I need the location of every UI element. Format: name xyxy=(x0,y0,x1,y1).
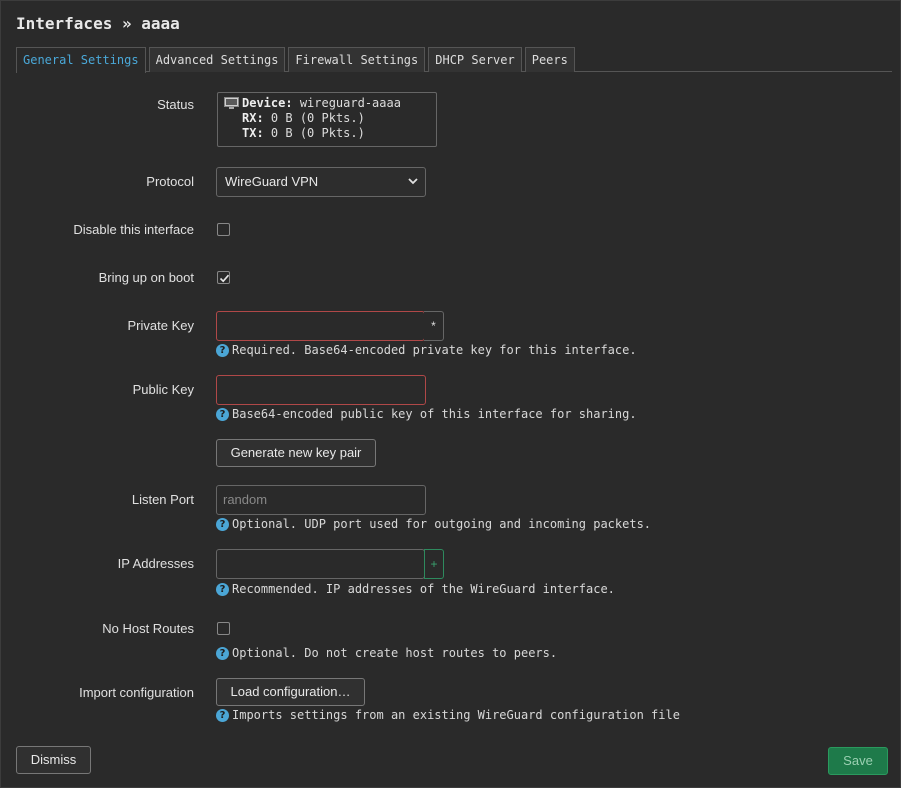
tab-dhcp-server[interactable]: DHCP Server xyxy=(428,47,522,72)
import-configuration-hint-text: Imports settings from an existing WireGu… xyxy=(232,708,680,722)
public-key-input[interactable] xyxy=(216,375,426,405)
status-rx-key: RX: xyxy=(242,111,264,125)
protocol-select[interactable]: WireGuard VPN xyxy=(216,167,426,197)
ip-addresses-label: IP Addresses xyxy=(117,556,194,571)
status-tx-key: TX: xyxy=(242,126,264,140)
save-button[interactable]: Save xyxy=(828,747,888,775)
tab-firewall-settings[interactable]: Firewall Settings xyxy=(288,47,426,72)
private-key-reveal-button[interactable]: * xyxy=(424,311,444,341)
listen-port-hint-text: Optional. UDP port used for outgoing and… xyxy=(232,517,652,531)
private-key-hint: ? Required. Base64-encoded private key f… xyxy=(216,343,637,357)
tab-peers[interactable]: Peers xyxy=(524,47,575,72)
private-key-label: Private Key xyxy=(127,318,194,333)
import-configuration-hint: ? Imports settings from an existing Wire… xyxy=(216,708,680,722)
add-ip-address-button[interactable]: + xyxy=(424,549,444,579)
import-configuration-label: Import configuration xyxy=(79,685,194,700)
status-device-value: wireguard-aaaa xyxy=(299,96,401,110)
bring-up-on-boot-label: Bring up on boot xyxy=(98,270,194,285)
ip-addresses-hint-text: Recommended. IP addresses of the WireGua… xyxy=(232,582,615,596)
dialog-title: Interfaces » aaaa xyxy=(16,14,180,33)
disable-interface-label: Disable this interface xyxy=(73,222,194,237)
dismiss-button[interactable]: Dismiss xyxy=(16,746,91,774)
bring-up-on-boot-checkbox[interactable] xyxy=(217,271,230,284)
check-icon xyxy=(219,274,230,283)
protocol-select-value: WireGuard VPN xyxy=(225,174,319,189)
status-rx-value: 0 B (0 Pkts.) xyxy=(270,111,365,125)
generate-key-pair-button[interactable]: Generate new key pair xyxy=(216,439,376,467)
public-key-hint-text: Base64-encoded public key of this interf… xyxy=(232,407,637,421)
ip-addresses-hint: ? Recommended. IP addresses of the WireG… xyxy=(216,582,615,596)
help-icon: ? xyxy=(216,407,229,421)
private-key-hint-text: Required. Base64-encoded private key for… xyxy=(232,343,637,357)
status-box: Device: wireguard-aaaa RX: 0 B (0 Pkts.)… xyxy=(217,92,437,147)
public-key-hint: ? Base64-encoded public key of this inte… xyxy=(216,407,637,421)
help-icon: ? xyxy=(216,517,229,531)
ip-addresses-input[interactable] xyxy=(216,549,425,579)
private-key-input[interactable] xyxy=(216,311,425,341)
help-icon: ? xyxy=(216,708,229,722)
no-host-routes-checkbox[interactable] xyxy=(217,622,230,635)
protocol-label: Protocol xyxy=(146,174,194,189)
status-tx-value: 0 B (0 Pkts.) xyxy=(270,126,365,140)
status-label: Status xyxy=(157,97,194,112)
listen-port-hint: ? Optional. UDP port used for outgoing a… xyxy=(216,517,651,531)
status-device-key: Device: xyxy=(242,96,293,110)
tab-general-settings[interactable]: General Settings xyxy=(16,47,146,73)
interface-dialog: Interfaces » aaaa General Settings Advan… xyxy=(0,0,901,788)
help-icon: ? xyxy=(216,343,229,357)
tab-advanced-settings[interactable]: Advanced Settings xyxy=(148,47,286,72)
no-host-routes-label: No Host Routes xyxy=(102,621,194,636)
help-icon: ? xyxy=(216,582,229,596)
listen-port-input[interactable]: random xyxy=(216,485,426,515)
no-host-routes-hint: ? Optional. Do not create host routes to… xyxy=(216,646,557,660)
tab-bar: General Settings Advanced Settings Firew… xyxy=(16,47,892,73)
listen-port-label: Listen Port xyxy=(131,492,194,507)
load-configuration-button[interactable]: Load configuration… xyxy=(216,678,365,706)
network-device-icon xyxy=(224,97,239,109)
no-host-routes-hint-text: Optional. Do not create host routes to p… xyxy=(232,646,558,660)
disable-interface-checkbox[interactable] xyxy=(217,223,230,236)
chevron-down-icon xyxy=(408,178,418,185)
help-icon: ? xyxy=(216,646,229,660)
public-key-label: Public Key xyxy=(132,382,194,397)
